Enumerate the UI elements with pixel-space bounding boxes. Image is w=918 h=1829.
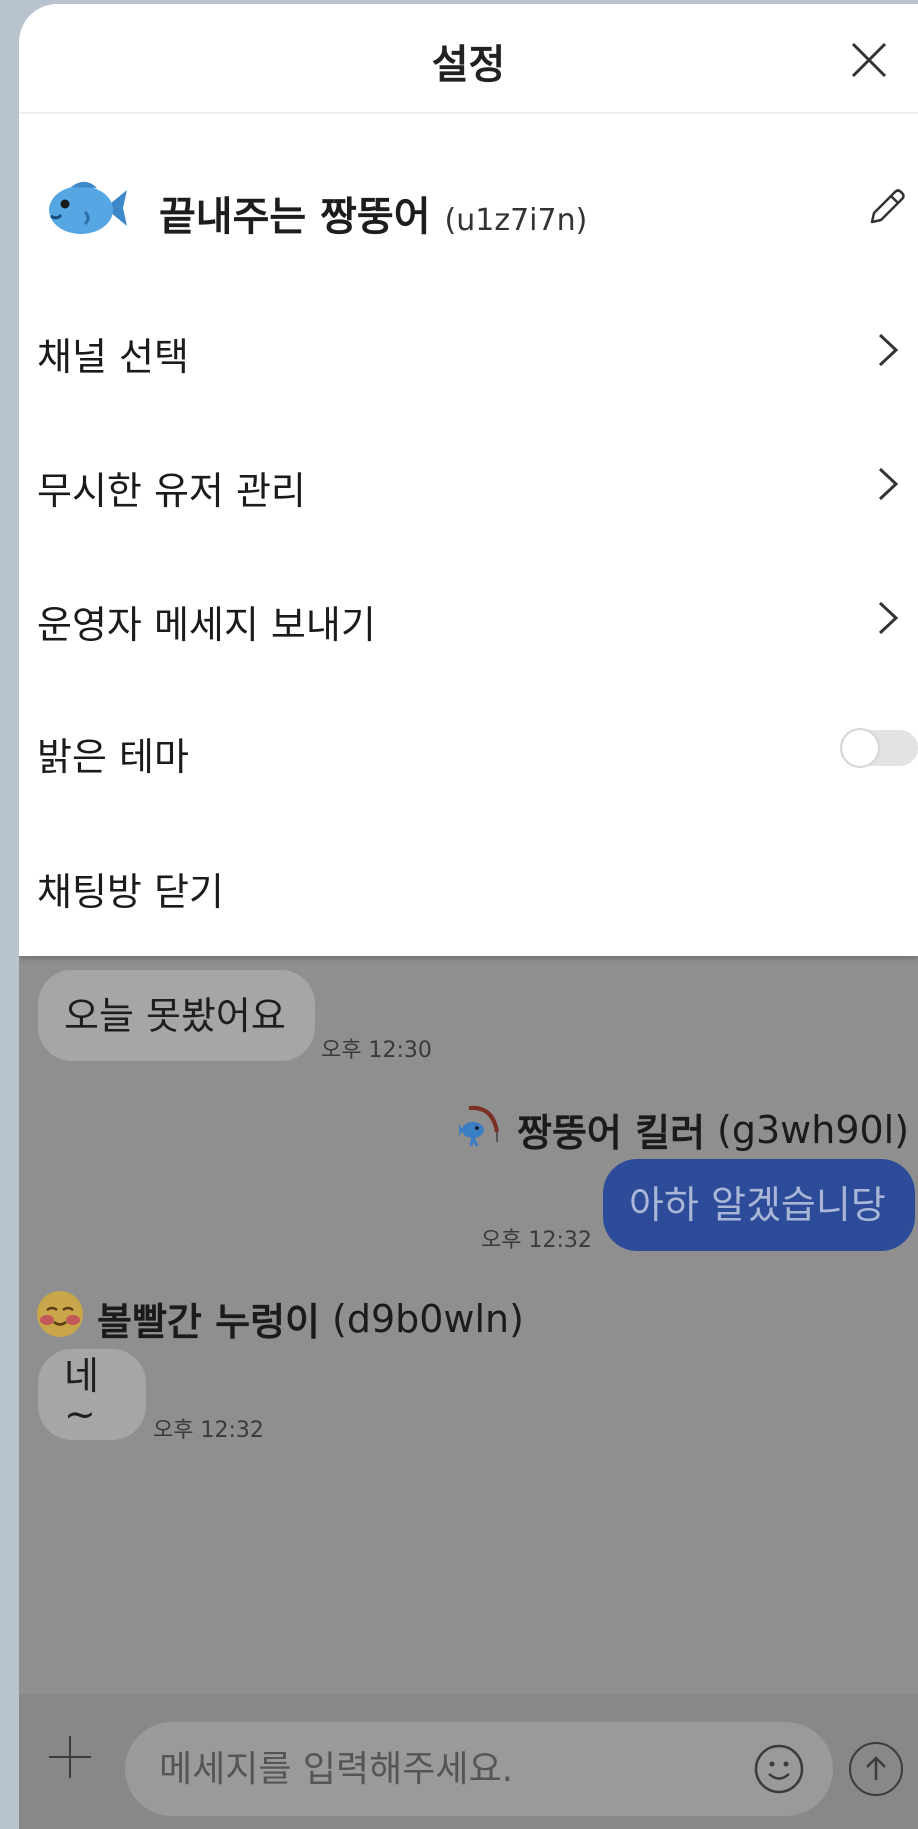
message-sender: 짱뚱어 킬러 (g3wh90l) xyxy=(459,1102,909,1157)
light-theme-toggle[interactable] xyxy=(840,728,918,768)
message-input-bar xyxy=(19,1694,918,1829)
menu-label: 무시한 유저 관리 xyxy=(37,469,306,513)
menu-ignored-users[interactable]: 무시한 유저 관리 xyxy=(19,428,918,538)
settings-header: 설정 xyxy=(19,4,918,114)
message-time: 오후 12:30 xyxy=(321,1038,432,1063)
menu-close-chatroom[interactable]: 채팅방 닫기 xyxy=(19,829,918,939)
settings-title: 설정 xyxy=(431,42,506,88)
message-text: 아하 알겠습니당 xyxy=(629,1183,886,1227)
profile-name: 끝내주는 짱뚱어 (u1z7i7n) xyxy=(159,184,587,242)
message-input[interactable] xyxy=(125,1722,833,1816)
fish-icon xyxy=(45,172,129,244)
sender-id: (d9b0wln) xyxy=(332,1296,524,1341)
arrow-up-icon xyxy=(866,1756,886,1780)
close-icon[interactable] xyxy=(849,40,889,80)
profile-row: 끝내주는 짱뚱어 (u1z7i7n) xyxy=(19,134,918,274)
smile-icon[interactable] xyxy=(754,1744,804,1794)
app-frame: 오늘 못봤어요 오후 12:30 짱뚱어 킬러 (g3wh90l) 오후 12:… xyxy=(19,4,918,1829)
menu-label: 밝은 테마 xyxy=(37,735,189,779)
sender-nickname[interactable]: 짱뚱어 킬러 xyxy=(517,1102,705,1157)
pencil-icon[interactable] xyxy=(864,186,908,230)
message-time: 오후 12:32 xyxy=(153,1418,264,1443)
send-button[interactable] xyxy=(849,1742,903,1796)
message-text: 네~ xyxy=(64,1353,99,1436)
sender-nickname[interactable]: 볼빨간 누렁이 xyxy=(97,1291,320,1346)
blushing-face-icon xyxy=(35,1289,85,1348)
menu-label: 채널 선택 xyxy=(37,335,189,379)
menu-label: 운영자 메세지 보내기 xyxy=(37,603,376,647)
menu-channel-select[interactable]: 채널 선택 xyxy=(19,294,918,404)
fishing-rod-icon xyxy=(459,1102,505,1157)
sender-id: (g3wh90l) xyxy=(717,1107,910,1152)
message-bubble: 오늘 못봤어요 xyxy=(38,970,315,1061)
profile-user-id: (u1z7i7n) xyxy=(444,203,588,238)
toggle-knob xyxy=(840,728,880,768)
my-message-bubble: 아하 알겠습니당 xyxy=(603,1159,915,1251)
profile-nickname: 끝내주는 짱뚱어 xyxy=(159,194,431,240)
message-sender: 볼빨간 누렁이 (d9b0wln) xyxy=(35,1289,524,1348)
chevron-right-icon xyxy=(878,601,899,635)
message-bubble: 네~ xyxy=(38,1349,146,1440)
message-text: 오늘 못봤어요 xyxy=(64,993,286,1038)
menu-message-admin[interactable]: 운영자 메세지 보내기 xyxy=(19,562,918,672)
menu-light-theme: 밝은 테마 xyxy=(19,694,918,804)
plus-icon[interactable] xyxy=(49,1736,91,1778)
message-time: 오후 12:32 xyxy=(481,1228,592,1253)
menu-label: 채팅방 닫기 xyxy=(37,870,224,914)
chevron-right-icon xyxy=(878,333,899,367)
chevron-right-icon xyxy=(878,467,899,501)
settings-sheet: 설정 끝내주는 짱뚱어 (u1z7i7n) 채널 선택 무시한 유저 관리 운영… xyxy=(19,4,918,956)
